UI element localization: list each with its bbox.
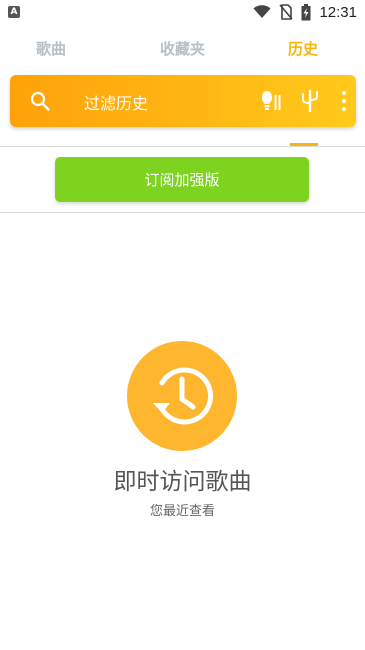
empty-state-subtitle: 您最近查看 xyxy=(149,504,215,519)
tab-bar: 歌曲 收藏夹 历史 xyxy=(0,30,365,66)
cactus-icon[interactable] xyxy=(301,89,319,113)
battery-charging-icon xyxy=(301,3,311,20)
bulb-icon[interactable] xyxy=(261,89,283,113)
no-sim-icon xyxy=(279,4,294,20)
empty-state-title: 即时访问歌曲 xyxy=(113,469,252,495)
empty-state-badge xyxy=(127,341,237,451)
divider xyxy=(0,212,365,213)
search-icon[interactable] xyxy=(30,91,50,111)
history-icon xyxy=(153,367,214,425)
wifi-icon xyxy=(253,5,271,18)
subscribe-button[interactable]: 订阅加强版 xyxy=(55,157,309,202)
search-bar[interactable]: 过滤历史 xyxy=(10,75,356,127)
status-bar: A 12:31 xyxy=(0,0,365,24)
more-vert-icon[interactable] xyxy=(340,90,348,112)
tab-history[interactable]: 历史 xyxy=(288,38,318,59)
tab-songs[interactable]: 歌曲 xyxy=(36,38,66,59)
divider xyxy=(0,146,365,147)
status-left: A xyxy=(8,6,20,18)
notification-badge: A xyxy=(8,6,20,18)
status-right: 12:31 xyxy=(253,3,357,21)
status-time: 12:31 xyxy=(319,3,357,21)
tab-favorites[interactable]: 收藏夹 xyxy=(160,38,205,59)
search-input[interactable]: 过滤历史 xyxy=(84,90,148,114)
